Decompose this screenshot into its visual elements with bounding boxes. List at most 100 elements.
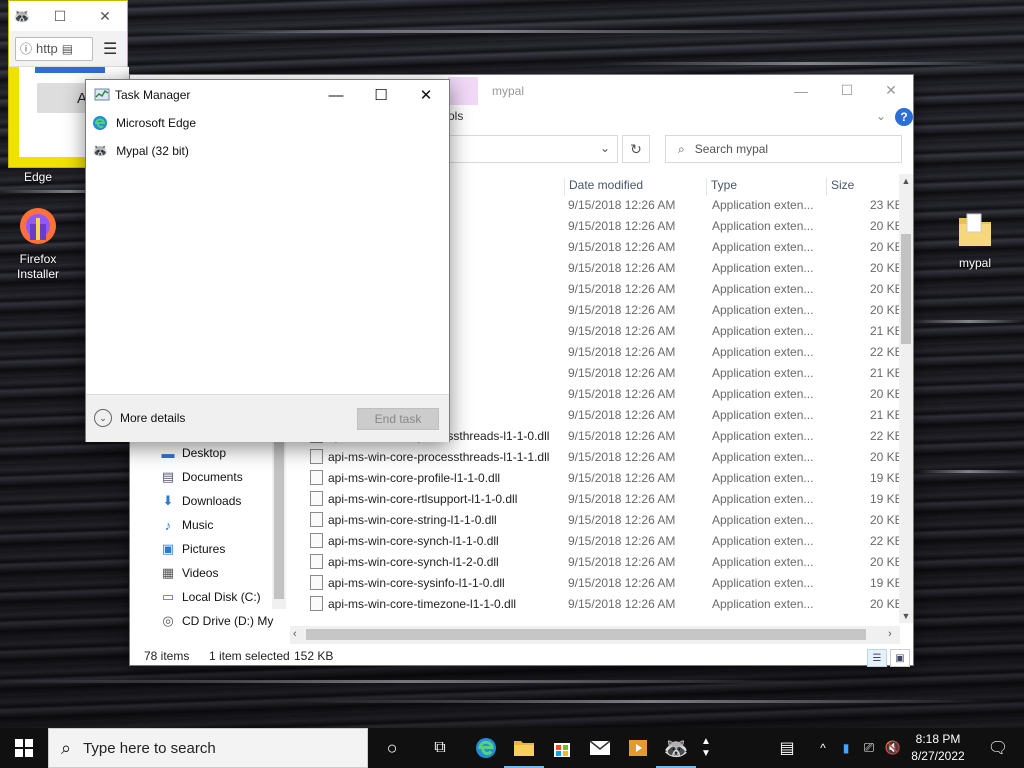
start-button[interactable] [0,728,48,768]
maximize-icon[interactable]: ☐ [51,7,69,25]
nav-item-videos[interactable]: ▦ Videos [160,562,219,584]
maximize-icon[interactable]: ☐ [358,80,404,110]
nav-item-music[interactable]: ♪ Music [160,514,214,536]
folder-icon [953,208,997,252]
close-icon[interactable]: ✕ [868,75,914,106]
file-date-modified: 9/15/2018 12:26 AM [568,387,676,401]
file-date-modified: 9/15/2018 12:26 AM [568,324,676,338]
more-details-button[interactable]: ⌄ More details [94,409,185,427]
chevron-down-icon[interactable]: ⌄ [600,141,610,155]
minimize-icon[interactable]: — [778,75,824,106]
file-name: api-ms-win-core-processthreads-l1-1-1.dl… [328,450,550,464]
task-manager-titlebar[interactable]: Task Manager — ☐ ✕ [86,80,449,110]
end-task-button[interactable]: End task [357,408,439,430]
refresh-icon[interactable]: ↻ [622,135,650,163]
nav-item-cd-drive[interactable]: ◎ CD Drive (D:) My [160,610,273,632]
taskbar-mail-button[interactable] [580,728,620,768]
ribbon-expand-icon[interactable]: ⌄ [876,109,886,123]
file-size: 22 KB [870,429,900,443]
taskbar-store-button[interactable] [542,728,582,768]
url-field[interactable]: ⓘ http ▤ [15,36,93,61]
file-name: api-ms-win-core-rtlsupport-l1-1-0.dll [328,492,518,506]
scroll-right-icon[interactable]: › [888,628,892,640]
file-name: api-ms-win-core-synch-l1-2-0.dll [328,555,499,569]
edge-icon [476,738,496,758]
table-row[interactable]: api-ms-win-core-timezone-l1-1-0.dll 9/15/… [288,593,900,614]
nav-item-desktop[interactable]: ▬ Desktop [160,442,227,464]
background-streak [914,320,1024,323]
app-item-microsoft-edge[interactable]: Microsoft Edge [92,110,196,136]
file-date-modified: 9/15/2018 12:26 AM [568,555,676,569]
minimize-icon[interactable]: — [313,80,359,110]
scroll-up-icon[interactable]: ▲ [899,176,913,186]
search-icon: ⌕ [678,141,685,156]
desktop-icon-label: Edge [23,170,53,184]
table-row[interactable]: api-ms-win-core-profile-l1-1-0.dll 9/15/2… [288,467,900,488]
table-row[interactable]: api-ms-win-core-synch-l1-2-0.dll 9/15/201… [288,551,900,572]
desktop-icon-firefox-installer[interactable]: Firefox Installer [0,204,76,282]
nav-item-local-disk[interactable]: ▭ Local Disk (C:) [160,586,261,608]
app-item-label: Microsoft Edge [116,116,197,130]
mypal-icon[interactable]: 🦝 [656,728,696,768]
clock[interactable]: 8:18 PM 8/27/2022 [904,731,972,765]
close-icon[interactable]: ✕ [96,7,114,25]
help-icon[interactable]: ? [895,108,913,126]
details-view-icon[interactable]: ☰ [867,649,887,667]
file-size: 21 KB [870,408,900,422]
address-field[interactable] [448,135,618,163]
network-icon[interactable]: ⎚ [858,728,880,768]
chevron-up-icon[interactable]: ^ [812,728,834,768]
taskbar-search-box[interactable]: ⌕ Type here to search [48,728,368,768]
file-date-modified: 9/15/2018 12:26 AM [568,492,676,506]
scroll-thumb[interactable] [306,629,866,640]
large-icons-view-icon[interactable]: ▣ [890,649,910,667]
desktop-icon-edge[interactable]: Edge [0,170,76,185]
task-view-icon[interactable]: ⧉ [420,728,460,768]
scroll-down-icon[interactable]: ▼ [899,611,913,621]
table-row[interactable]: api-ms-win-core-string-l1-1-0.dll 9/15/20… [288,509,900,530]
nav-item-documents[interactable]: ▤ Documents [160,466,243,488]
desktop-icon-label: Firefox Installer [16,252,60,281]
mypal-titlebar[interactable]: 🦝 ☐ ✕ [9,1,127,31]
background-streak [300,700,1000,703]
close-icon[interactable]: ✕ [403,80,449,110]
maximize-icon[interactable]: ☐ [824,75,870,106]
cortana-icon[interactable]: ○ [372,728,412,768]
table-row[interactable]: api-ms-win-core-sysinfo-l1-1-0.dll 9/15/2… [288,572,900,593]
url-text: http [36,41,58,56]
table-row[interactable]: api-ms-win-core-processthreads-l1-1-1.dl… [288,446,900,467]
file-date-modified: 9/15/2018 12:26 AM [568,282,676,296]
notifications-icon[interactable]: 🗨 [978,728,1018,768]
table-row[interactable]: api-ms-win-core-synch-l1-1-0.dll 9/15/201… [288,530,900,551]
downloads-icon: ⬇ [162,493,174,508]
taskbar-media-button[interactable] [618,728,658,768]
reader-view-icon[interactable]: ▤ [62,42,73,56]
scroll-thumb[interactable] [901,234,911,344]
nav-item-downloads[interactable]: ⬇ Downloads [160,490,242,512]
storage-icon[interactable]: ▮ [836,728,856,768]
menu-icon[interactable]: ☰ [103,39,117,59]
nav-item-label: Desktop [182,446,227,460]
ribbon-tab-tools[interactable]: ols [448,109,463,123]
edge-icon [93,116,107,130]
table-row[interactable]: api-ms-win-core-rtlsupport-l1-1-0.dll 9/1… [288,488,900,509]
nav-item-pictures[interactable]: ▣ Pictures [160,538,226,560]
cd-drive-icon: ◎ [162,613,174,628]
file-list-horizontal-scrollbar[interactable]: ‹ › [290,626,900,644]
file-type: Application exten... [712,261,814,275]
taskbar-edge-button[interactable] [466,728,506,768]
file-list-vertical-scrollbar[interactable]: ▲ ▼ [899,174,913,623]
search-input[interactable]: ⌕ Search mypal [665,135,902,163]
news-icon[interactable]: ▤ [770,728,804,768]
volume-muted-icon[interactable]: 🔇 [882,728,904,768]
desktop-icon-mypal-folder[interactable]: mypal [937,208,1013,271]
pictures-icon: ▣ [161,541,175,556]
scroll-left-icon[interactable]: ‹ [293,628,297,640]
taskbar-file-explorer-button[interactable] [504,728,544,768]
file-date-modified: 9/15/2018 12:26 AM [568,429,676,443]
file-type: Application exten... [712,555,814,569]
app-item-mypal[interactable]: 🦝 Mypal (32 bit) [92,138,189,164]
file-date-modified: 9/15/2018 12:26 AM [568,597,676,611]
taskbar-scroll-icon[interactable]: ▲ ▼ [698,728,714,768]
task-manager-window[interactable]: Task Manager — ☐ ✕ Microsoft Edge 🦝 Mypa… [85,79,450,442]
